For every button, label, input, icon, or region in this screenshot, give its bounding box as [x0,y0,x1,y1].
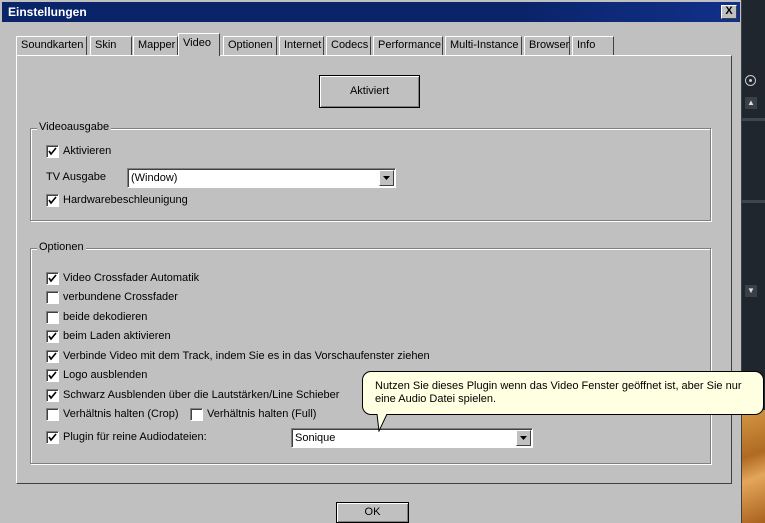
tab-video[interactable]: Video [178,33,220,56]
option-checkbox[interactable] [46,350,59,363]
settings-dialog: Einstellungen X Soundkarten Skin Mapper … [0,0,742,523]
hw-accel-checkbox[interactable] [46,194,59,207]
enable-video-checkbox[interactable] [46,145,59,158]
option-label: Verbinde Video mit dem Track, indem Sie … [63,350,430,362]
tab-multi-instance[interactable]: Multi-Instance [445,36,522,55]
tooltip: Nutzen Sie dieses Plugin wenn das Video … [362,371,764,415]
tv-output-value: (Window) [131,172,178,184]
option-label: verbundene Crossfader [63,291,178,303]
checkmark-icon [48,352,57,361]
option-label: Verhältnis halten (Crop) [63,408,179,420]
tab-mapper[interactable]: Mapper [133,36,178,55]
option-checkbox[interactable] [46,311,59,324]
tab-soundkarten[interactable]: Soundkarten [16,36,87,55]
option-label: beim Laden aktivieren [63,330,171,342]
checkmark-icon [48,196,57,205]
hw-accel-label: Hardwarebeschleunigung [63,194,188,206]
option-label: Logo ausblenden [63,369,148,381]
dropdown-arrow-icon[interactable] [516,430,531,446]
close-button[interactable]: X [721,5,737,19]
option-checkbox[interactable] [46,408,59,421]
option-checkbox[interactable] [46,431,59,444]
tab-performance[interactable]: Performance [373,36,443,55]
tv-output-select[interactable]: (Window) [127,168,396,188]
option-label: beide dekodieren [63,311,148,323]
checkmark-icon [48,274,57,283]
checkmark-icon [48,433,57,442]
scroll-up-icon[interactable]: ▲ [745,97,757,109]
divider [742,118,765,121]
background-image [742,410,765,523]
checkmark-icon [48,332,57,341]
background-app-panel: ▲ ▼ [742,0,765,523]
checkmark-icon [48,391,57,400]
option-label: Video Crossfader Automatik [63,272,200,284]
tab-optionen[interactable]: Optionen [223,36,277,55]
group-title: Optionen [37,241,86,253]
option-label: Verhältnis halten (Full) [207,408,317,420]
tab-browser[interactable]: Browser [524,36,570,55]
tab-info[interactable]: Info [572,36,614,55]
ok-button[interactable]: OK [336,502,409,523]
window-title: Einstellungen [8,5,87,19]
title-bar[interactable]: Einstellungen X [2,2,740,22]
tab-skin[interactable]: Skin [90,36,132,55]
dropdown-arrow-icon[interactable] [379,170,394,186]
option-checkbox[interactable] [46,389,59,402]
option-checkbox[interactable] [46,291,59,304]
divider [742,200,765,203]
plugin-select[interactable]: Sonique [291,428,533,448]
enable-video-label: Aktivieren [63,145,112,157]
option-checkbox[interactable] [46,272,59,285]
option-label: Plugin für reine Audiodateien: [63,431,207,443]
option-label: Schwarz Ausblenden über die Lautstärken/… [63,389,340,401]
option-checkbox[interactable] [46,330,59,343]
radio-knob-icon[interactable] [745,75,756,86]
tv-output-label: TV Ausgabe [46,171,106,183]
group-title: Videoausgabe [37,121,112,133]
tab-codecs[interactable]: Codecs [326,36,371,55]
tooltip-pointer-icon [376,414,388,432]
checkmark-icon [48,371,57,380]
option-checkbox[interactable] [46,369,59,382]
tab-internet[interactable]: Internet [279,36,324,55]
option-checkbox[interactable] [190,408,203,421]
activated-button[interactable]: Aktiviert [319,75,420,108]
checkmark-icon [48,147,57,156]
scroll-down-icon[interactable]: ▼ [745,285,757,297]
plugin-value: Sonique [295,432,336,444]
